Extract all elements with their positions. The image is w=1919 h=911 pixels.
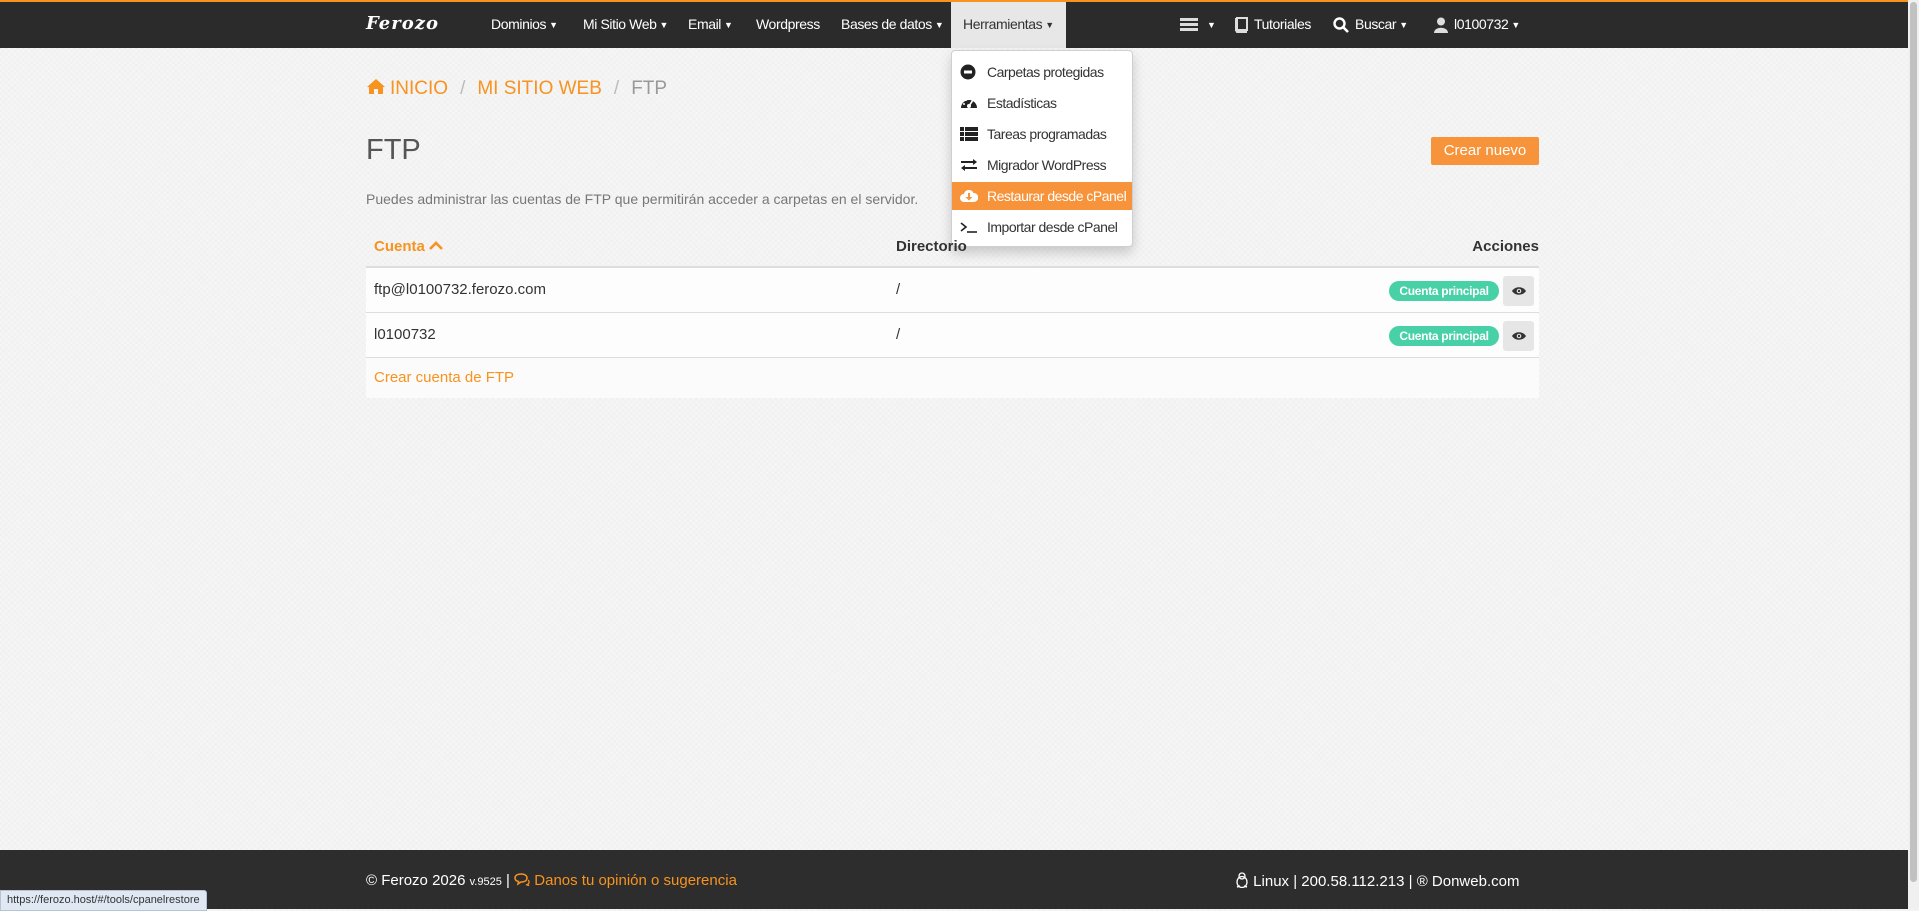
status-bar-url: https://ferozo.host/#/tools/cpanelrestor…	[0, 890, 207, 911]
menu-item-estadisticas[interactable]: Estadísticas	[952, 89, 1132, 117]
footer-ip: 200.58.112.213	[1301, 873, 1405, 890]
book-icon	[1235, 17, 1248, 34]
menu-item-label: Importar desde cPanel	[987, 219, 1118, 235]
home-icon[interactable]	[366, 78, 386, 95]
footer-separator: |	[1408, 873, 1417, 890]
server-icon	[1180, 18, 1198, 32]
dashboard-icon	[961, 97, 977, 108]
nav-bases-de-datos-label: Bases de datos	[841, 16, 932, 32]
menu-item-label: Restaurar desde cPanel	[987, 188, 1127, 204]
sort-asc-icon	[429, 241, 443, 250]
view-button[interactable]	[1503, 321, 1534, 351]
account-name: l0100732	[374, 326, 436, 343]
nav-dominios[interactable]: Dominios ▼	[491, 2, 558, 48]
account-name: ftp@l0100732.ferozo.com	[374, 281, 546, 298]
status-badge: Cuenta principal	[1389, 326, 1499, 346]
cloud-download-icon	[960, 189, 978, 202]
page-title: FTP	[366, 134, 421, 166]
eye-icon	[1512, 332, 1526, 340]
caret-down-icon: ▼	[934, 20, 944, 30]
minus-circle-icon	[960, 64, 976, 80]
list-icon	[960, 127, 978, 141]
eye-icon	[1512, 287, 1526, 295]
table-row: ftp@l0100732.ferozo.com / Cuenta princip…	[366, 268, 1539, 313]
menu-item-label: Estadísticas	[987, 95, 1057, 111]
column-header-cuenta-label: Cuenta	[374, 238, 425, 255]
menu-item-label: Migrador WordPress	[987, 157, 1107, 173]
nav-email-label: Email	[688, 16, 722, 32]
brand-logo[interactable]: Ferozo	[366, 13, 439, 34]
server-menu[interactable]: ▼	[1180, 2, 1216, 48]
menu-item-tareas-programadas[interactable]: Tareas programadas	[952, 120, 1132, 148]
account-directory: /	[896, 281, 901, 298]
column-header-cuenta[interactable]: Cuenta	[374, 228, 443, 268]
view-button[interactable]	[1503, 276, 1534, 306]
vertical-scrollbar[interactable]	[1908, 0, 1919, 909]
account-directory: /	[896, 326, 901, 343]
breadcrumb-separator: /	[460, 78, 466, 99]
nav-mi-sitio-web-label: Mi Sitio Web	[583, 16, 657, 32]
column-header-acciones: Acciones	[1472, 238, 1539, 255]
nav-buscar[interactable]: Buscar ▼	[1333, 2, 1408, 48]
exchange-icon	[961, 159, 977, 171]
breadcrumb-current: FTP	[631, 78, 668, 99]
menu-item-migrador-wordpress[interactable]: Migrador WordPress	[952, 151, 1132, 179]
menu-item-label: Tareas programadas	[987, 126, 1107, 142]
nav-herramientas[interactable]: Herramientas ▼	[951, 2, 1066, 48]
nav-tutoriales-label: Tutoriales	[1254, 16, 1311, 32]
caret-down-icon: ▼	[724, 20, 733, 30]
footer-os: Linux	[1253, 873, 1290, 890]
page-description: Puedes administrar las cuentas de FTP qu…	[366, 191, 919, 207]
linux-icon	[1236, 872, 1248, 889]
search-icon	[1333, 17, 1349, 34]
top-navbar: Ferozo Dominios ▼ Mi Sitio Web ▼ Email ▼ Wo…	[0, 0, 1908, 48]
menu-item-label: Carpetas protegidas	[987, 64, 1104, 80]
footer-provider: ® Donweb.com	[1416, 873, 1520, 890]
nav-email[interactable]: Email ▼	[688, 2, 733, 48]
user-menu-label: l0100732	[1454, 16, 1509, 32]
nav-dominios-label: Dominios	[491, 16, 547, 32]
caret-down-icon: ▼	[549, 20, 558, 30]
nav-buscar-label: Buscar	[1355, 16, 1397, 32]
create-new-button[interactable]: Crear nuevo	[1431, 137, 1539, 165]
caret-down-icon: ▼	[1045, 20, 1054, 30]
comments-icon	[514, 873, 530, 887]
breadcrumb-mi-sitio-web[interactable]: MI SITIO WEB	[477, 78, 602, 99]
user-menu[interactable]: l0100732 ▼	[1434, 2, 1520, 48]
breadcrumb-home[interactable]: INICIO	[390, 78, 448, 99]
footer-version: v.9525	[469, 876, 502, 888]
create-ftp-account-link[interactable]: Crear cuenta de FTP	[374, 358, 514, 398]
caret-down-icon: ▼	[1511, 20, 1520, 30]
menu-item-importar-desde-cpanel[interactable]: Importar desde cPanel	[952, 213, 1132, 241]
scrollbar-thumb[interactable]	[1910, 2, 1917, 882]
footer-left: © Ferozo 2026 v.9525 | Danos tu opinión …	[366, 872, 737, 889]
create-account-row: Crear cuenta de FTP	[366, 358, 1539, 398]
column-header-directorio[interactable]: Directorio	[896, 228, 967, 268]
user-icon	[1434, 17, 1448, 34]
caret-down-icon: ▼	[1207, 20, 1216, 30]
table-row: l0100732 / Cuenta principal	[366, 313, 1539, 358]
footer-separator: |	[506, 872, 515, 889]
breadcrumb: INICIO / MI SITIO WEB / FTP	[366, 78, 667, 100]
nav-wordpress-label: Wordpress	[756, 16, 820, 32]
footer-right: Linux | 200.58.112.213 | ® Donweb.com	[1235, 872, 1519, 890]
caret-down-icon: ▼	[659, 20, 669, 30]
menu-item-restaurar-desde-cpanel[interactable]: Restaurar desde cPanel	[952, 182, 1132, 210]
nav-mi-sitio-web[interactable]: Mi Sitio Web ▼	[583, 2, 668, 48]
nav-wordpress[interactable]: Wordpress	[756, 2, 820, 48]
nav-herramientas-label: Herramientas	[963, 16, 1043, 32]
herramientas-dropdown: Carpetas protegidas Estadísticas Tareas …	[951, 50, 1133, 247]
breadcrumb-separator: /	[613, 78, 620, 99]
menu-item-carpetas-protegidas[interactable]: Carpetas protegidas	[952, 58, 1132, 86]
caret-down-icon: ▼	[1399, 20, 1408, 30]
nav-bases-de-datos[interactable]: Bases de datos ▼	[841, 2, 944, 48]
feedback-link[interactable]: Danos tu opinión o sugerencia	[534, 872, 737, 889]
nav-tutoriales[interactable]: Tutoriales	[1234, 2, 1311, 48]
footer-copyright: © Ferozo 2026	[366, 872, 466, 889]
footer: © Ferozo 2026 v.9525 | Danos tu opinión …	[0, 850, 1908, 909]
status-badge: Cuenta principal	[1389, 281, 1499, 301]
